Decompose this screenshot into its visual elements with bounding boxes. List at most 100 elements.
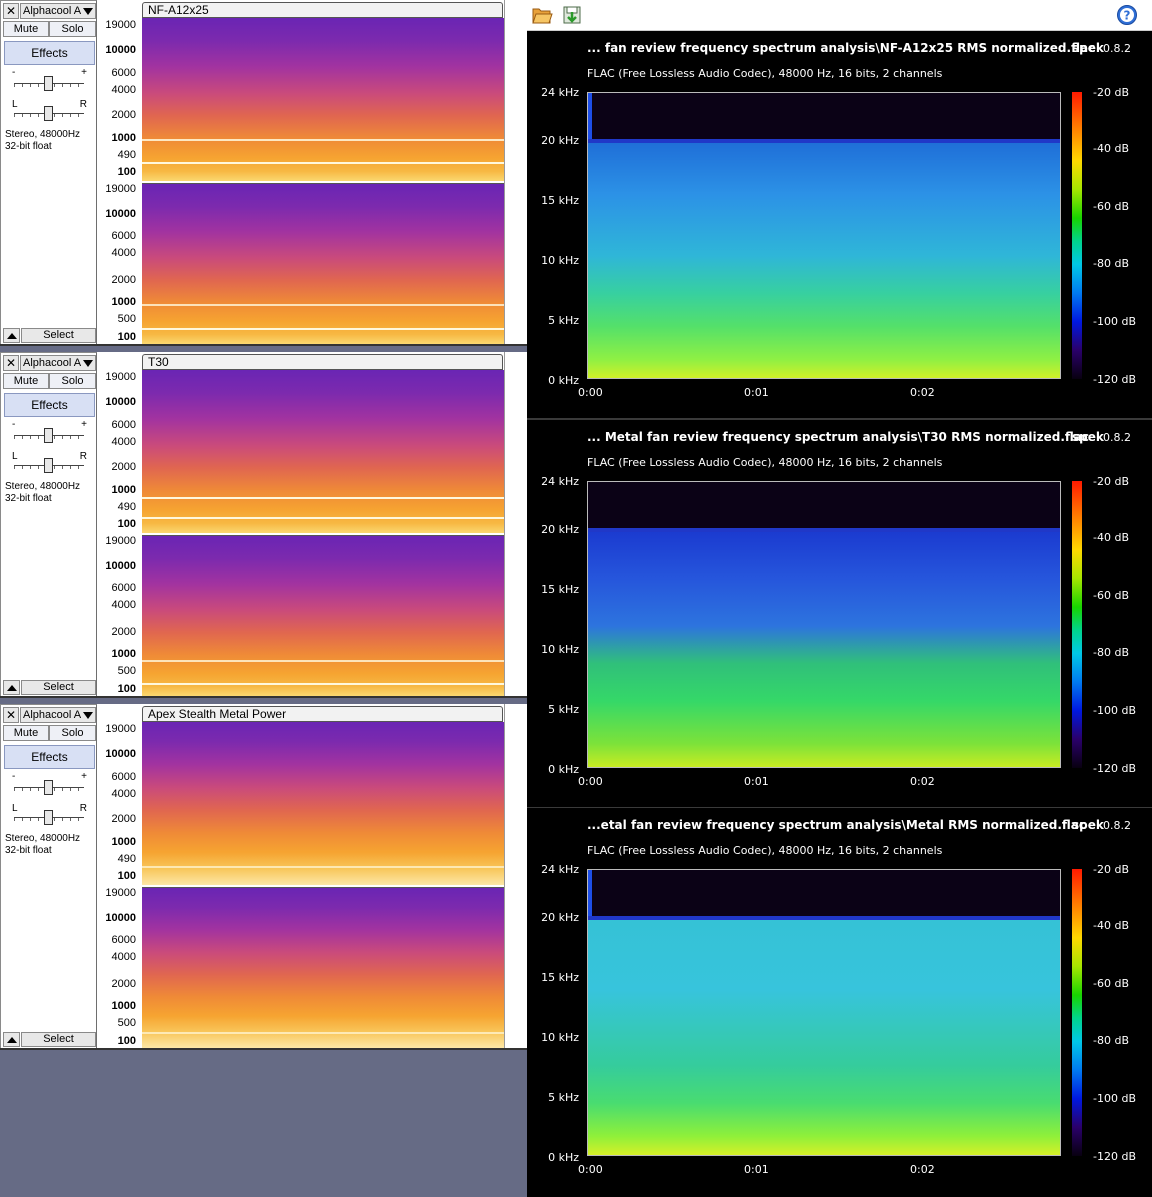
ruler-label: 6000 [111, 934, 136, 946]
db-scale-label: -120 dB [1093, 1150, 1136, 1163]
gain-minus-label: - [12, 419, 16, 430]
pan-slider-thumb[interactable] [44, 106, 53, 121]
tone-line [142, 683, 504, 685]
effects-button[interactable]: Effects [4, 745, 95, 769]
collapse-track-button[interactable] [3, 1032, 20, 1047]
audio-track: ✕ Alphacool A Mute Solo Effects - + L R … [0, 352, 528, 698]
save-icon[interactable] [561, 4, 583, 26]
spectrogram-channel-right[interactable] [142, 183, 504, 344]
triangle-up-icon [7, 685, 17, 691]
db-scale-label: -20 dB [1093, 86, 1129, 99]
freq-axis-label: 0 kHz [548, 763, 579, 776]
db-color-scale [1072, 481, 1082, 768]
clip-name-label[interactable]: Apex Stealth Metal Power [142, 706, 503, 722]
pan-slider[interactable]: L R [11, 803, 87, 827]
mute-button[interactable]: Mute [3, 21, 49, 37]
ruler-label: 500 [117, 313, 136, 325]
track-menu-button[interactable]: Alphacool A [20, 355, 96, 371]
freq-axis-label: 20 kHz [541, 523, 579, 536]
freq-axis-label: 15 kHz [541, 194, 579, 207]
solo-button[interactable]: Solo [49, 21, 96, 37]
db-scale-label: -60 dB [1093, 589, 1129, 602]
ruler-label: 4000 [111, 436, 136, 448]
db-scale-label: -120 dB [1093, 762, 1136, 775]
gain-plus-label: + [81, 67, 87, 78]
effects-button[interactable]: Effects [4, 393, 95, 417]
triangle-up-icon [7, 333, 17, 339]
clip-name-label[interactable]: T30 [142, 354, 503, 370]
track-menu-button[interactable]: Alphacool A [20, 707, 96, 723]
tone-line [142, 866, 504, 868]
spectrogram-channel-right[interactable] [142, 887, 504, 1048]
ruler-label: 4000 [111, 951, 136, 963]
spectrogram-channel-right[interactable] [142, 535, 504, 696]
close-track-button[interactable]: ✕ [3, 355, 19, 371]
spectrogram-plot[interactable] [587, 481, 1061, 768]
ruler-label: 10000 [105, 396, 136, 408]
help-icon[interactable]: ? [1116, 4, 1138, 26]
pan-slider-thumb[interactable] [44, 810, 53, 825]
gain-slider-thumb[interactable] [44, 780, 53, 795]
spectrogram-plot[interactable] [587, 869, 1061, 1156]
freq-axis-label: 24 kHz [541, 863, 579, 876]
track-format-depth: 32-bit float [5, 493, 52, 504]
freq-axis-label: 24 kHz [541, 86, 579, 99]
codec-info: FLAC (Free Lossless Audio Codec), 48000 … [587, 67, 943, 80]
gain-slider[interactable]: - + [11, 67, 87, 93]
track-menu-button[interactable]: Alphacool A [20, 3, 96, 19]
ruler-label: 2000 [111, 274, 136, 286]
spek-version: 0.8.2 [1103, 431, 1131, 444]
ruler-label: 1000 [111, 836, 136, 848]
spectrum-energy [588, 142, 1060, 378]
select-track-button[interactable]: Select [21, 328, 96, 343]
ruler-label: 490 [117, 149, 136, 161]
tone-line [142, 139, 504, 141]
spek-window: ? ... fan review frequency spectrum anal… [527, 0, 1152, 1197]
gain-slider[interactable]: - + [11, 771, 87, 797]
spectrogram-plot[interactable] [587, 92, 1061, 379]
collapse-track-button[interactable] [3, 680, 20, 695]
pan-slider-thumb[interactable] [44, 458, 53, 473]
spectrum-file-title: ...etal fan review frequency spectrum an… [587, 818, 1087, 832]
solo-button[interactable]: Solo [49, 725, 96, 741]
folder-open-icon[interactable] [531, 4, 553, 26]
spectrum-energy [588, 919, 1060, 1155]
spectrogram-channel-left[interactable] [142, 722, 504, 885]
frequency-ruler: 19000 10000 6000 4000 2000 1000 500 100 [97, 887, 142, 1048]
ruler-label: 10000 [105, 44, 136, 56]
gain-slider-thumb[interactable] [44, 428, 53, 443]
spectrum-file-title: ... fan review frequency spectrum analys… [587, 41, 1096, 55]
track-divider [0, 344, 528, 346]
effects-button[interactable]: Effects [4, 41, 95, 65]
ruler-label: 100 [117, 1035, 136, 1047]
pan-right-label: R [79, 803, 87, 814]
select-track-button[interactable]: Select [21, 680, 96, 695]
spectrogram-channel-left[interactable] [142, 18, 504, 181]
mute-button[interactable]: Mute [3, 373, 49, 389]
close-track-button[interactable]: ✕ [3, 3, 19, 19]
collapse-track-button[interactable] [3, 328, 20, 343]
pan-slider[interactable]: L R [11, 451, 87, 475]
track-format-depth: 32-bit float [5, 141, 52, 152]
spectrogram-channel-left[interactable] [142, 370, 504, 533]
solo-button[interactable]: Solo [49, 373, 96, 389]
db-scale-label: -80 dB [1093, 646, 1129, 659]
clip-name-label[interactable]: NF-A12x25 [142, 2, 503, 18]
close-track-button[interactable]: ✕ [3, 707, 19, 723]
mute-button[interactable]: Mute [3, 725, 49, 741]
gain-slider-thumb[interactable] [44, 76, 53, 91]
db-color-scale [1072, 869, 1082, 1156]
ruler-label: 2000 [111, 813, 136, 825]
cutoff-region [588, 870, 1060, 916]
ruler-label: 2000 [111, 109, 136, 121]
freq-axis-label: 20 kHz [541, 134, 579, 147]
freq-axis-label: 0 kHz [548, 1151, 579, 1164]
ruler-label: 6000 [111, 771, 136, 783]
pan-slider[interactable]: L R [11, 99, 87, 123]
ruler-label: 100 [117, 331, 136, 343]
ruler-label: 6000 [111, 67, 136, 79]
select-track-button[interactable]: Select [21, 1032, 96, 1047]
time-axis-label: 0:02 [910, 386, 935, 399]
spek-spectrum-panel: ... fan review frequency spectrum analys… [527, 31, 1152, 418]
gain-slider[interactable]: - + [11, 419, 87, 445]
